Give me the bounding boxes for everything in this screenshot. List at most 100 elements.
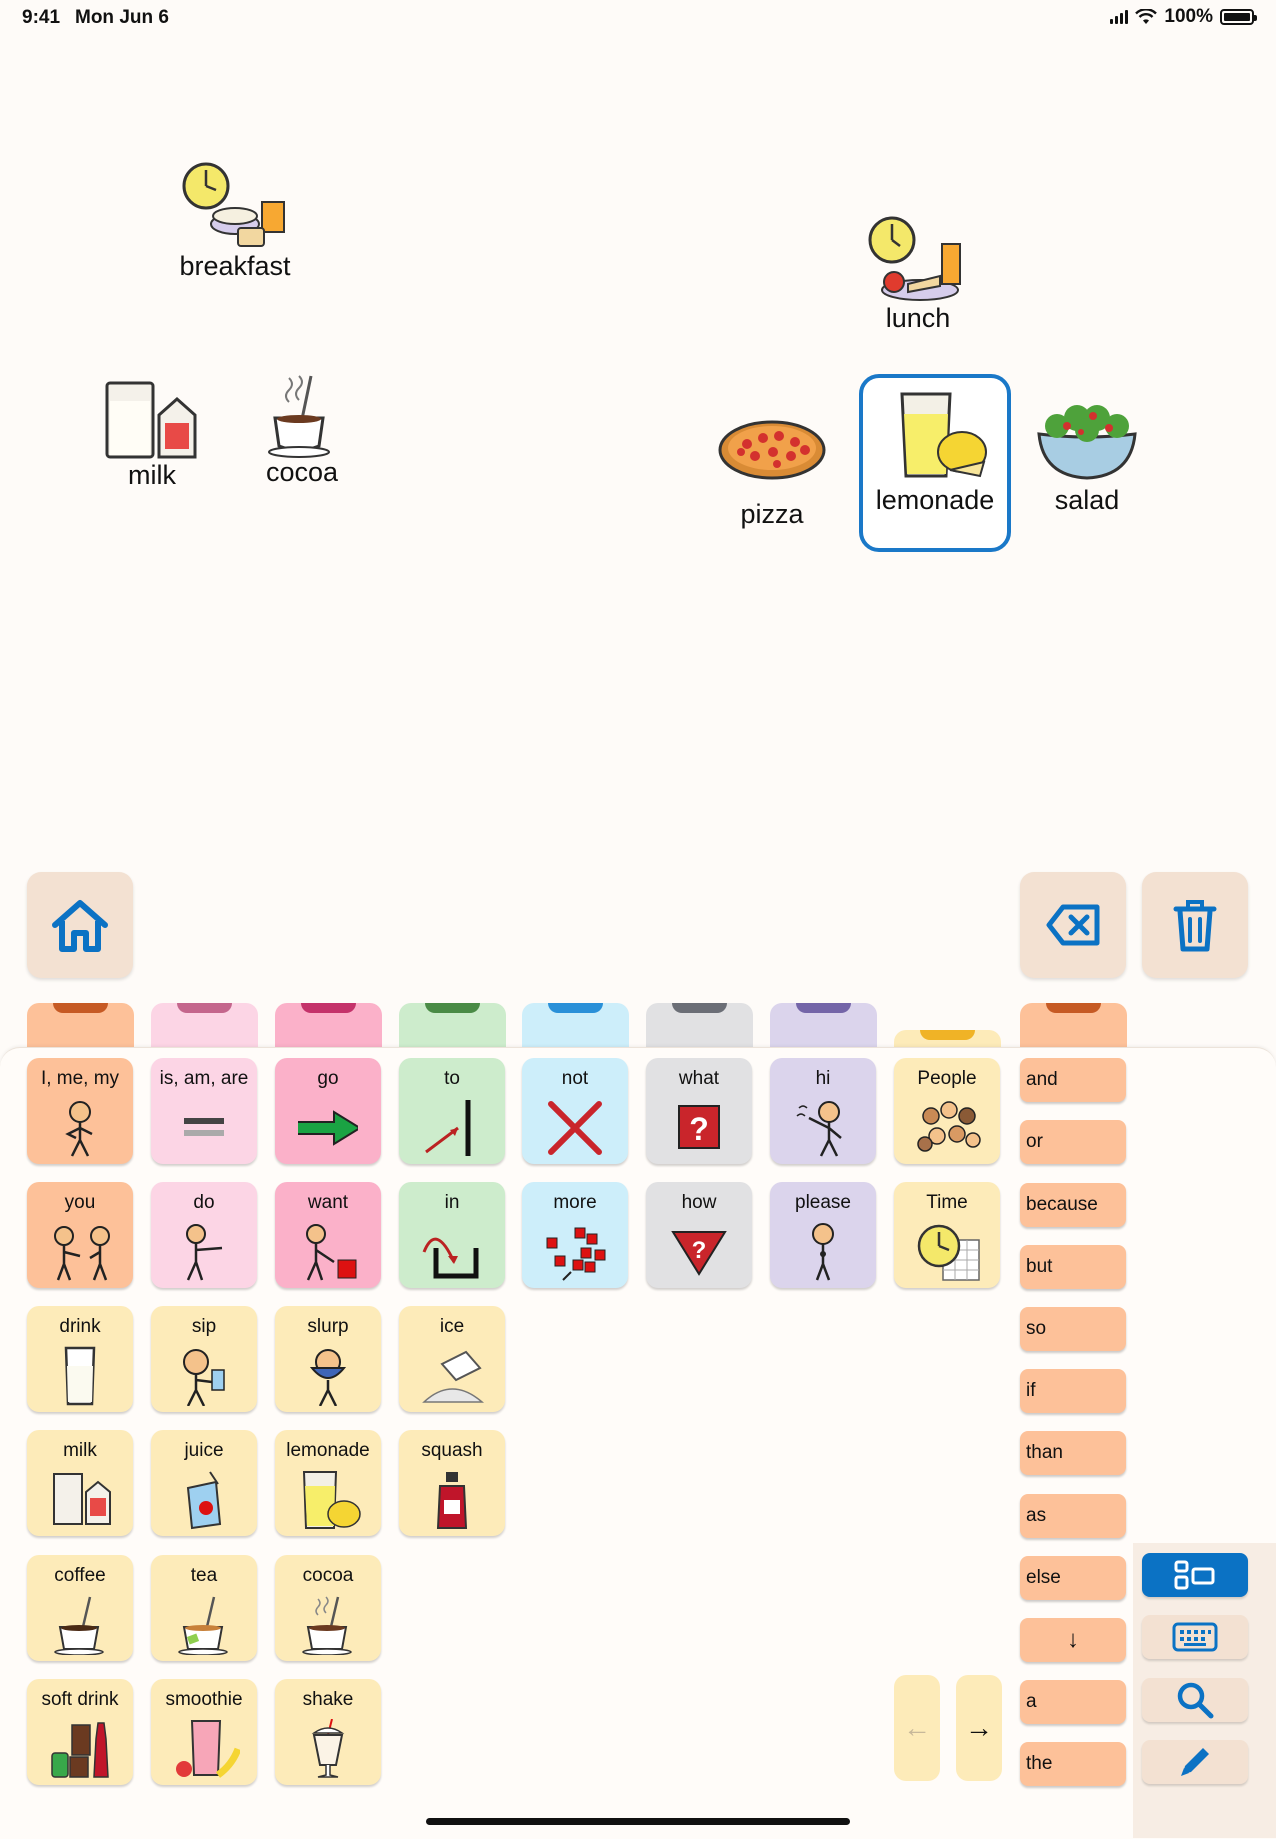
cell-juice[interactable]: juice <box>151 1430 257 1536</box>
cell-time-folder[interactable]: Time <box>894 1182 1000 1288</box>
tab-questions[interactable] <box>646 1003 753 1047</box>
word-because[interactable]: because <box>1020 1183 1126 1227</box>
milk-icon <box>105 381 197 459</box>
cell-label: soft drink <box>41 1689 119 1710</box>
home-indicator <box>426 1818 850 1825</box>
keyboard-button[interactable] <box>1142 1615 1248 1659</box>
want-icon <box>306 1224 357 1281</box>
cell-label: to <box>444 1068 460 1089</box>
cell-milk[interactable]: milk <box>27 1430 133 1536</box>
word-so[interactable]: so <box>1020 1307 1126 1351</box>
tab-prepositions[interactable] <box>399 1003 506 1047</box>
svg-text:?: ? <box>689 1111 709 1147</box>
word-than[interactable]: than <box>1020 1431 1126 1475</box>
cell-label: want <box>307 1192 349 1213</box>
cell-people-folder[interactable]: People <box>894 1058 1000 1164</box>
cell-i-me-my[interactable]: I, me, my <box>27 1058 133 1164</box>
canvas-item-label: salad <box>1054 485 1120 515</box>
cell-label: squash <box>421 1440 483 1461</box>
backspace-button[interactable] <box>1020 872 1126 978</box>
canvas-item-lemonade[interactable]: lemonade <box>859 374 1011 552</box>
cell-label: cocoa <box>302 1565 354 1586</box>
canvas-item-label: milk <box>128 460 176 490</box>
canvas-item-salad[interactable]: salad <box>1032 404 1142 514</box>
cell-you[interactable]: you <box>27 1182 133 1288</box>
cell-how[interactable]: how ? <box>646 1182 752 1288</box>
canvas-item-milk[interactable]: milk <box>92 375 212 489</box>
next-page-button[interactable]: → <box>956 1675 1002 1781</box>
cell-in[interactable]: in <box>399 1182 505 1288</box>
tab-verbs[interactable] <box>275 1003 382 1047</box>
tab-conjunctions[interactable] <box>1020 1003 1127 1047</box>
cell-want[interactable]: want <box>275 1182 381 1288</box>
cell-ice[interactable]: ice <box>399 1306 505 1412</box>
cell-coffee[interactable]: coffee <box>27 1555 133 1661</box>
tab-folders[interactable] <box>894 1030 1001 1048</box>
home-button[interactable] <box>27 872 133 978</box>
salad-icon <box>1037 405 1137 480</box>
cell-smoothie[interactable]: smoothie <box>151 1679 257 1785</box>
tab-pronouns[interactable] <box>27 1003 134 1047</box>
do-icon <box>186 1224 223 1281</box>
canvas-item-pizza[interactable]: pizza <box>712 414 832 528</box>
cell-more[interactable]: more <box>522 1182 628 1288</box>
cell-label: is, am, are <box>159 1068 249 1089</box>
cell-label: Time <box>926 1192 968 1213</box>
canvas-item-cocoa[interactable]: cocoa <box>252 372 352 486</box>
cell-label: drink <box>59 1316 101 1337</box>
cell-lemonade[interactable]: lemonade <box>275 1430 381 1536</box>
cell-shake[interactable]: shake <box>275 1679 381 1785</box>
x-icon <box>548 1101 602 1155</box>
cell-label: do <box>193 1192 215 1213</box>
more-icon <box>546 1227 606 1281</box>
cell-hi[interactable]: hi <box>770 1058 876 1164</box>
cell-is-am-are[interactable]: is, am, are <box>151 1058 257 1164</box>
cell-label: slurp <box>307 1316 349 1337</box>
cell-to[interactable]: to <box>399 1058 505 1164</box>
cell-go[interactable]: go <box>275 1058 381 1164</box>
prev-page-button[interactable]: ← <box>894 1675 940 1781</box>
tab-verbs-be[interactable] <box>151 1003 258 1047</box>
grid-view-button[interactable] <box>1142 1553 1248 1597</box>
in-icon <box>422 1237 479 1279</box>
word-but[interactable]: but <box>1020 1245 1126 1289</box>
word-or[interactable]: or <box>1020 1120 1126 1164</box>
canvas-item-lunch[interactable]: lunch <box>863 214 973 332</box>
clear-button[interactable] <box>1142 872 1248 978</box>
canvas-item-breakfast[interactable]: breakfast <box>170 158 300 280</box>
word-a[interactable]: a <box>1020 1680 1126 1724</box>
tab-social[interactable] <box>770 1003 877 1047</box>
word-scroll-down-button[interactable]: ↓ <box>1020 1618 1126 1662</box>
cell-label: milk <box>63 1440 97 1461</box>
pizza-icon <box>718 420 826 480</box>
cell-sip[interactable]: sip <box>151 1306 257 1412</box>
tab-negation[interactable] <box>522 1003 629 1047</box>
cell-not[interactable]: not <box>522 1058 628 1164</box>
search-button[interactable] <box>1142 1678 1248 1722</box>
cell-squash[interactable]: squash <box>399 1430 505 1536</box>
to-icon <box>425 1100 471 1156</box>
squash-bottle-icon <box>436 1472 468 1529</box>
search-icon <box>1177 1682 1214 1719</box>
cell-please[interactable]: please <box>770 1182 876 1288</box>
word-and[interactable]: and <box>1020 1058 1126 1102</box>
cell-soft-drink[interactable]: soft drink <box>27 1679 133 1785</box>
word-as[interactable]: as <box>1020 1494 1126 1538</box>
canvas-item-label: cocoa <box>265 457 339 487</box>
word-else[interactable]: else <box>1020 1556 1126 1600</box>
cell-cocoa[interactable]: cocoa <box>275 1555 381 1661</box>
word-the[interactable]: the <box>1020 1742 1126 1786</box>
lunch-icon <box>868 216 961 301</box>
lemonade-icon <box>900 392 987 478</box>
word-if[interactable]: if <box>1020 1369 1126 1413</box>
cell-slurp[interactable]: slurp <box>275 1306 381 1412</box>
edit-button[interactable] <box>1142 1740 1248 1784</box>
cell-what[interactable]: what ? <box>646 1058 752 1164</box>
cell-label: lemonade <box>286 1440 370 1461</box>
cell-do[interactable]: do <box>151 1182 257 1288</box>
cell-label: not <box>561 1068 589 1089</box>
cell-label: go <box>317 1068 339 1089</box>
me-icon <box>65 1101 93 1157</box>
cell-drink[interactable]: drink <box>27 1306 133 1412</box>
cell-tea[interactable]: tea <box>151 1555 257 1661</box>
